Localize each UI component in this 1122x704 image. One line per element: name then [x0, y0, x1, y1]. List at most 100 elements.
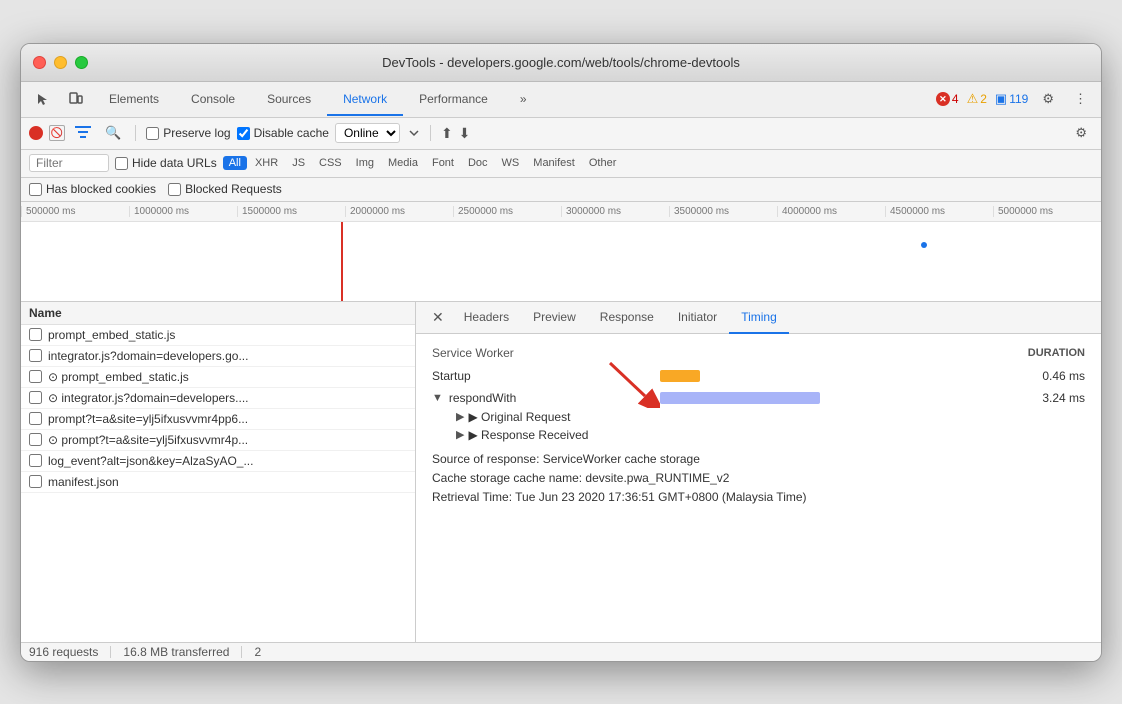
request-row[interactable]: log_event?alt=json&key=AlzaSyAO_... [21, 451, 415, 472]
disable-cache-checkbox[interactable] [237, 127, 250, 140]
throttle-select[interactable]: Online [335, 123, 400, 143]
tab-console[interactable]: Console [175, 84, 251, 116]
filter-img-btn[interactable]: Img [350, 156, 380, 170]
request-row[interactable]: manifest.json [21, 472, 415, 493]
timeline-dot [921, 242, 927, 248]
detail-panel: ✕ Headers Preview Response Initiator Tim… [416, 302, 1101, 642]
response-received-row: ▶ ▶ Response Received [456, 428, 1085, 442]
inspector-tool-btn[interactable] [29, 87, 57, 111]
minimize-button[interactable] [54, 56, 67, 69]
filter-js-btn[interactable]: JS [286, 156, 311, 170]
request-row[interactable]: prompt_embed_static.js [21, 325, 415, 346]
respond-with-toggle[interactable]: ▼ [432, 392, 443, 404]
req-name-0: prompt_embed_static.js [48, 328, 175, 342]
tab-sources[interactable]: Sources [251, 84, 327, 116]
requests-panel: Name prompt_embed_static.js integrator.j… [21, 302, 416, 642]
close-button[interactable] [33, 56, 46, 69]
error-count: 4 [952, 92, 959, 106]
filter-input[interactable] [36, 156, 96, 170]
filter-input-wrap [29, 154, 109, 172]
response-received-label: ▶ Response Received [468, 428, 588, 442]
maximize-button[interactable] [75, 56, 88, 69]
tab-performance[interactable]: Performance [403, 84, 504, 116]
blocked-requests-checkbox[interactable] [168, 183, 181, 196]
statusbar: 916 requests 16.8 MB transferred 2 [21, 642, 1101, 661]
toolbar-divider2 [430, 125, 431, 141]
request-row[interactable]: prompt?t=a&site=ylj5ifxusvvmr4pp6... [21, 409, 415, 430]
has-blocked-cookies-checkbox[interactable] [29, 183, 42, 196]
filter-xhr-btn[interactable]: XHR [249, 156, 284, 170]
tick-5: 3000000 ms [561, 206, 669, 217]
filter-ws-btn[interactable]: WS [496, 156, 526, 170]
filter-manifest-btn[interactable]: Manifest [527, 156, 581, 170]
search-btn[interactable]: 🔍 [101, 123, 125, 143]
filter-media-btn[interactable]: Media [382, 156, 424, 170]
detail-close-btn[interactable]: ✕ [424, 305, 452, 330]
device-toolbar-btn[interactable] [61, 87, 89, 111]
request-row[interactable]: ⊙ integrator.js?domain=developers.... [21, 388, 415, 409]
disable-cache-label[interactable]: Disable cache [237, 126, 329, 140]
detail-tab-timing[interactable]: Timing [729, 302, 789, 334]
network-toolbar: 🚫 🔍 Preserve log Disable cache Online ⬆ … [21, 118, 1101, 150]
statusbar-divider2 [241, 646, 242, 658]
respond-with-bar-area [540, 390, 1017, 406]
original-request-toggle[interactable]: ▶ [456, 410, 464, 423]
req-checkbox-2[interactable] [29, 370, 42, 383]
request-row[interactable]: integrator.js?domain=developers.go... [21, 346, 415, 367]
filter-css-btn[interactable]: CSS [313, 156, 348, 170]
req-checkbox-6[interactable] [29, 454, 42, 467]
tab-elements[interactable]: Elements [93, 84, 175, 116]
req-name-2: ⊙ prompt_embed_static.js [48, 370, 189, 384]
filter-all-btn[interactable]: All [223, 156, 247, 170]
req-name-1: integrator.js?domain=developers.go... [48, 349, 248, 363]
blocked-requests-label[interactable]: Blocked Requests [168, 182, 282, 196]
preserve-log-checkbox[interactable] [146, 127, 159, 140]
timeline-area: 500000 ms 1000000 ms 1500000 ms 2000000 … [21, 202, 1101, 302]
timing-section-header: Service Worker DURATION [432, 346, 1085, 360]
record-btn[interactable] [29, 126, 43, 140]
source-label: Source of response: ServiceWorker cache … [432, 450, 1085, 469]
tick-9: 5000000 ms [993, 206, 1101, 217]
transferred-label: 16.8 MB transferred [123, 645, 229, 659]
timing-content: Service Worker DURATION Startup [416, 334, 1101, 520]
req-checkbox-1[interactable] [29, 349, 42, 362]
req-checkbox-3[interactable] [29, 391, 42, 404]
req-name-5: ⊙ prompt?t=a&site=ylj5ifxusvvmr4p... [48, 433, 248, 447]
detail-tab-headers[interactable]: Headers [452, 302, 521, 334]
tab-more[interactable]: » [504, 84, 543, 116]
detail-tab-initiator[interactable]: Initiator [666, 302, 729, 334]
settings-btn[interactable]: ⚙ [1036, 87, 1060, 111]
tick-0: 500000 ms [21, 206, 129, 217]
statusbar-divider [110, 646, 111, 658]
response-received-toggle[interactable]: ▶ [456, 428, 464, 441]
network-settings-btn[interactable]: ⚙ [1069, 121, 1093, 145]
more-options-btn[interactable]: ⋮ [1068, 87, 1093, 111]
original-request-row: ▶ ▶ Original Request [456, 410, 1085, 424]
tick-2: 1500000 ms [237, 206, 345, 217]
request-row[interactable]: ⊙ prompt_embed_static.js [21, 367, 415, 388]
tab-network[interactable]: Network [327, 84, 403, 116]
detail-tab-preview[interactable]: Preview [521, 302, 588, 334]
throttle-chevron[interactable] [408, 127, 420, 139]
has-blocked-cookies-label[interactable]: Has blocked cookies [29, 182, 156, 196]
respond-with-row: ▼ respondWith 3.24 ms [432, 390, 1085, 406]
filter-font-btn[interactable]: Font [426, 156, 460, 170]
preserve-log-label[interactable]: Preserve log [146, 126, 230, 140]
filter-btn[interactable] [71, 124, 95, 143]
hide-data-urls-label[interactable]: Hide data URLs [115, 156, 217, 170]
req-checkbox-0[interactable] [29, 328, 42, 341]
tick-1: 1000000 ms [129, 206, 237, 217]
clear-btn[interactable]: 🚫 [49, 125, 65, 141]
detail-tab-response[interactable]: Response [588, 302, 666, 334]
original-request-label: ▶ Original Request [468, 410, 570, 424]
request-row[interactable]: ⊙ prompt?t=a&site=ylj5ifxusvvmr4p... [21, 430, 415, 451]
req-name-4: prompt?t=a&site=ylj5ifxusvvmr4pp6... [48, 412, 248, 426]
download-btn[interactable]: ⬇ [459, 125, 471, 142]
upload-btn[interactable]: ⬆ [441, 125, 453, 142]
filter-other-btn[interactable]: Other [583, 156, 623, 170]
filter-doc-btn[interactable]: Doc [462, 156, 494, 170]
req-checkbox-4[interactable] [29, 412, 42, 425]
req-checkbox-7[interactable] [29, 475, 42, 488]
req-checkbox-5[interactable] [29, 433, 42, 446]
hide-data-urls-checkbox[interactable] [115, 157, 128, 170]
